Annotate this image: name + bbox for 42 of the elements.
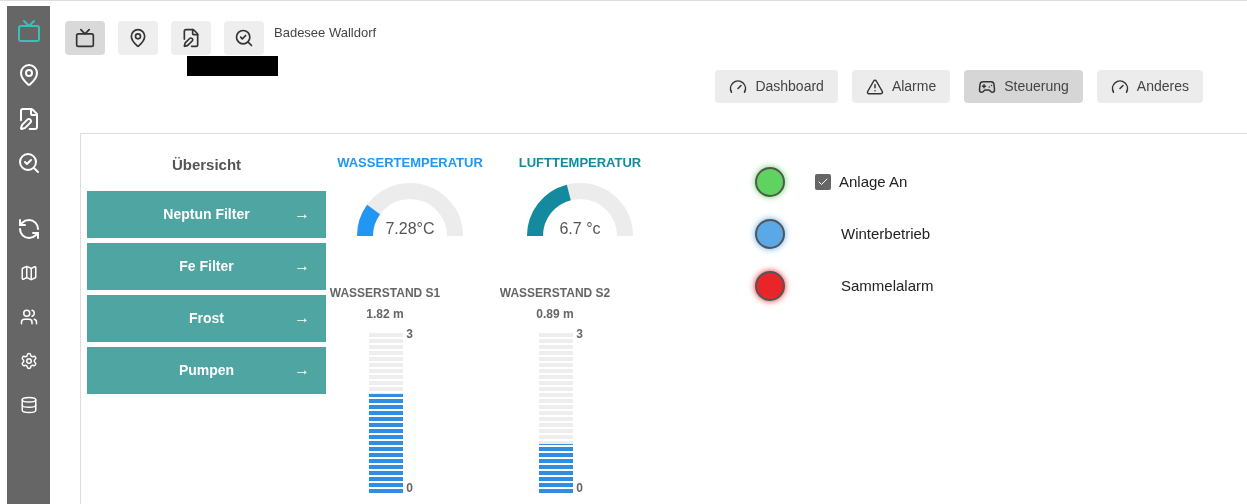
tab[interactable]: Steuerung [964, 70, 1083, 103]
gauge-reading: 6.7 °c [559, 218, 601, 239]
map-icon [19, 264, 38, 282]
map-pin-icon [128, 28, 148, 48]
gauge-reading: 7.28°C [385, 218, 435, 239]
level-reading: 0.89 m [536, 305, 574, 323]
overview-title: Übersicht [170, 155, 243, 175]
site-title: Badesee Walldorf [274, 24, 377, 42]
toolbar-button[interactable] [171, 21, 211, 55]
tab[interactable]: Anderes [1096, 70, 1203, 103]
gauge-title: WASSERTEMPERATUR [337, 154, 483, 172]
gauge-title: LUFTTEMPERATUR [518, 154, 642, 172]
toolbar-button[interactable] [118, 21, 158, 55]
note-pencil-icon [181, 28, 201, 48]
gauge-fill [357, 204, 381, 236]
scale-label: 3 [406, 325, 413, 343]
tv-icon [75, 28, 95, 48]
refresh-icon [16, 217, 41, 241]
scale-label: 3 [576, 325, 583, 343]
gauge-icon [1110, 77, 1129, 96]
level-reading: 1.82 m [366, 305, 404, 323]
checkbox[interactable] [815, 174, 831, 190]
gauge-icon [729, 77, 748, 96]
tab[interactable]: Dashboard [715, 70, 838, 103]
level-title: WASSERSTAND S1 [329, 284, 441, 302]
checkbox-label: Anlage An [839, 171, 908, 192]
magnifier-icon [16, 151, 41, 175]
magnifier-icon [234, 28, 254, 48]
warning-icon [865, 77, 884, 96]
tv-icon [16, 19, 41, 43]
database-icon [19, 396, 38, 414]
level-title: WASSERSTAND S2 [499, 284, 611, 302]
toolbar-button[interactable] [224, 21, 264, 55]
users-icon [19, 308, 38, 326]
scale-label: 0 [576, 479, 583, 497]
tab[interactable]: Alarme [851, 70, 951, 103]
status-label: Sammelalarm [841, 275, 934, 296]
scale-label: 0 [406, 479, 413, 497]
status-label: Winterbetrieb [841, 223, 931, 244]
settings-icon [19, 352, 38, 370]
check-icon [817, 176, 829, 188]
toolbar-button[interactable] [65, 21, 105, 55]
